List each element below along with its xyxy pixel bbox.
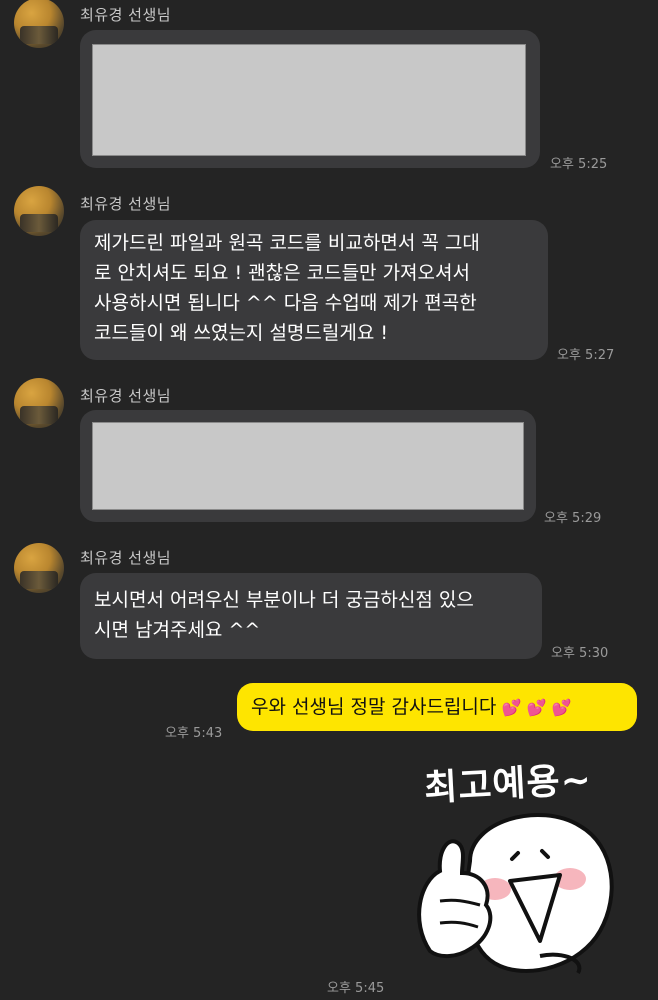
sticker[interactable]: 최고예용~ (400, 745, 640, 980)
avatar[interactable] (14, 186, 64, 236)
message-bubble-image[interactable] (80, 30, 540, 168)
sticker-time: 오후 5:45 (327, 981, 385, 996)
my-message-bubble[interactable]: 우와 선생님 정말 감사드립니다 💕 💕 💕 (237, 683, 637, 731)
sender-name: 최유경 선생님 (80, 387, 172, 405)
message-bubble-image[interactable] (80, 410, 536, 522)
message-time: 오후 5:25 (550, 157, 608, 172)
message-time: 오후 5:27 (557, 348, 615, 363)
sender-name: 최유경 선생님 (80, 6, 172, 24)
message-bubble[interactable]: 제가드린 파일과 원곡 코드를 비교하면서 꼭 그대 로 안치셔도 되요 ! 괜… (80, 220, 548, 360)
redacted-image (92, 422, 524, 510)
avatar[interactable] (14, 378, 64, 428)
sender-name: 최유경 선생님 (80, 195, 172, 213)
message-time: 오후 5:30 (551, 646, 609, 661)
avatar[interactable] (14, 543, 64, 593)
message-text: 보시면서 어려우신 부분이나 더 궁금하신점 있으 시면 남겨주세요 ^^ (94, 589, 474, 641)
my-message-time: 오후 5:43 (165, 726, 223, 741)
my-message-text: 우와 선생님 정말 감사드립니다 (251, 696, 497, 718)
sender-name: 최유경 선생님 (80, 549, 172, 567)
avatar[interactable] (14, 0, 64, 48)
redacted-image (92, 44, 526, 156)
message-time: 오후 5:29 (544, 511, 602, 526)
heart-icon: 💕 💕 💕 (496, 698, 572, 717)
thumbs-up-character-icon (417, 812, 614, 975)
message-bubble[interactable]: 보시면서 어려우신 부분이나 더 궁금하신점 있으 시면 남겨주세요 ^^ (80, 573, 542, 659)
message-text: 제가드린 파일과 원곡 코드를 비교하면서 꼭 그대 로 안치셔도 되요 ! 괜… (94, 232, 480, 344)
